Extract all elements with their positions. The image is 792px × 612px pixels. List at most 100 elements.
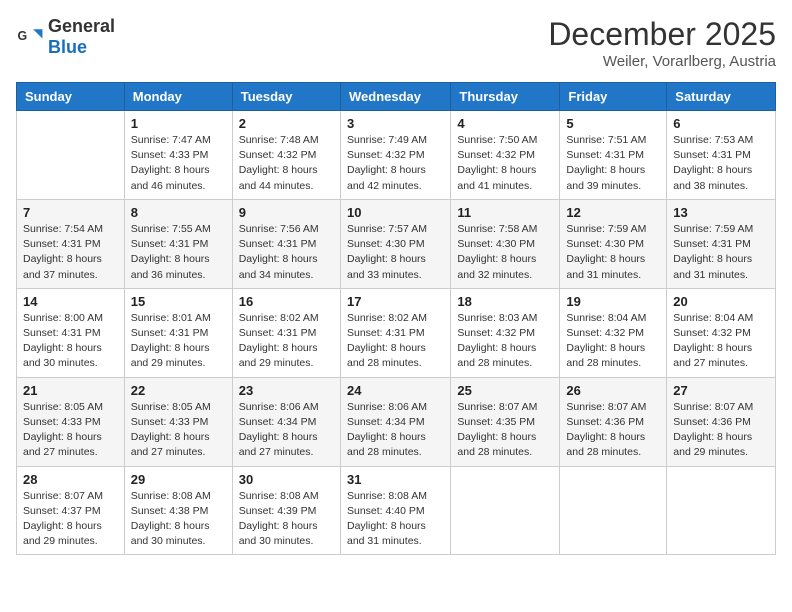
logo: G General Blue xyxy=(16,16,115,58)
calendar-week-row: 21 Sunrise: 8:05 AM Sunset: 4:33 PM Dayli… xyxy=(17,377,776,466)
day-number: 23 xyxy=(239,383,334,398)
day-info: Sunrise: 8:07 AM Sunset: 4:37 PM Dayligh… xyxy=(23,489,118,550)
day-info: Sunrise: 8:08 AM Sunset: 4:40 PM Dayligh… xyxy=(347,489,444,550)
day-info: Sunrise: 8:06 AM Sunset: 4:34 PM Dayligh… xyxy=(347,400,444,461)
calendar-cell: 6Sunrise: 7:53 AM Sunset: 4:31 PM Daylig… xyxy=(667,111,776,200)
day-number: 20 xyxy=(673,294,769,309)
day-info: Sunrise: 7:48 AM Sunset: 4:32 PM Dayligh… xyxy=(239,133,334,194)
calendar-week-row: 28 Sunrise: 8:07 AM Sunset: 4:37 PM Dayli… xyxy=(17,466,776,555)
calendar-cell: 26 Sunrise: 8:07 AM Sunset: 4:36 PM Dayli… xyxy=(560,377,667,466)
day-number: 25 xyxy=(457,383,553,398)
location-title: Weiler, Vorarlberg, Austria xyxy=(548,53,776,70)
day-number: 5 xyxy=(566,116,660,131)
calendar-cell: 1 Sunrise: 7:47 AM Sunset: 4:33 PM Daylig… xyxy=(124,111,232,200)
calendar-cell: 23Sunrise: 8:06 AM Sunset: 4:34 PM Dayli… xyxy=(232,377,340,466)
day-of-week-header: Sunday xyxy=(17,83,125,111)
day-number: 13 xyxy=(673,205,769,220)
calendar-cell: 12 Sunrise: 7:59 AM Sunset: 4:30 PM Dayli… xyxy=(560,199,667,288)
day-number: 11 xyxy=(457,205,553,220)
day-info: Sunrise: 8:05 AM Sunset: 4:33 PM Dayligh… xyxy=(23,400,118,461)
day-info: Sunrise: 7:55 AM Sunset: 4:31 PM Dayligh… xyxy=(131,222,226,283)
calendar-cell: 21 Sunrise: 8:05 AM Sunset: 4:33 PM Dayli… xyxy=(17,377,125,466)
calendar-week-row: 14Sunrise: 8:00 AM Sunset: 4:31 PM Dayli… xyxy=(17,288,776,377)
day-info: Sunrise: 7:53 AM Sunset: 4:31 PM Dayligh… xyxy=(673,133,769,194)
calendar-cell: 14Sunrise: 8:00 AM Sunset: 4:31 PM Dayli… xyxy=(17,288,125,377)
day-number: 26 xyxy=(566,383,660,398)
day-info: Sunrise: 8:02 AM Sunset: 4:31 PM Dayligh… xyxy=(347,311,444,372)
day-number: 22 xyxy=(131,383,226,398)
calendar-week-row: 7 Sunrise: 7:54 AM Sunset: 4:31 PM Daylig… xyxy=(17,199,776,288)
calendar-cell: 28 Sunrise: 8:07 AM Sunset: 4:37 PM Dayli… xyxy=(17,466,125,555)
day-number: 24 xyxy=(347,383,444,398)
calendar-cell: 9Sunrise: 7:56 AM Sunset: 4:31 PM Daylig… xyxy=(232,199,340,288)
day-number: 8 xyxy=(131,205,226,220)
day-info: Sunrise: 7:58 AM Sunset: 4:30 PM Dayligh… xyxy=(457,222,553,283)
calendar-cell: 15 Sunrise: 8:01 AM Sunset: 4:31 PM Dayli… xyxy=(124,288,232,377)
day-info: Sunrise: 7:51 AM Sunset: 4:31 PM Dayligh… xyxy=(566,133,660,194)
logo-blue-text: Blue xyxy=(48,37,87,57)
day-info: Sunrise: 7:54 AM Sunset: 4:31 PM Dayligh… xyxy=(23,222,118,283)
day-info: Sunrise: 7:47 AM Sunset: 4:33 PM Dayligh… xyxy=(131,133,226,194)
day-number: 27 xyxy=(673,383,769,398)
day-info: Sunrise: 7:50 AM Sunset: 4:32 PM Dayligh… xyxy=(457,133,553,194)
calendar-cell: 29 Sunrise: 8:08 AM Sunset: 4:38 PM Dayli… xyxy=(124,466,232,555)
day-number: 15 xyxy=(131,294,226,309)
day-number: 10 xyxy=(347,205,444,220)
calendar-week-row: 1 Sunrise: 7:47 AM Sunset: 4:33 PM Daylig… xyxy=(17,111,776,200)
day-number: 7 xyxy=(23,205,118,220)
logo-general-text: General xyxy=(48,16,115,36)
day-info: Sunrise: 8:08 AM Sunset: 4:39 PM Dayligh… xyxy=(239,489,334,550)
day-of-week-header: Monday xyxy=(124,83,232,111)
day-info: Sunrise: 8:05 AM Sunset: 4:33 PM Dayligh… xyxy=(131,400,226,461)
day-number: 28 xyxy=(23,472,118,487)
calendar-cell: 25 Sunrise: 8:07 AM Sunset: 4:35 PM Dayli… xyxy=(451,377,560,466)
title-area: December 2025 Weiler, Vorarlberg, Austri… xyxy=(548,16,776,70)
day-info: Sunrise: 8:04 AM Sunset: 4:32 PM Dayligh… xyxy=(673,311,769,372)
calendar-cell: 30 Sunrise: 8:08 AM Sunset: 4:39 PM Dayli… xyxy=(232,466,340,555)
day-info: Sunrise: 7:59 AM Sunset: 4:30 PM Dayligh… xyxy=(566,222,660,283)
day-number: 30 xyxy=(239,472,334,487)
day-number: 16 xyxy=(239,294,334,309)
day-info: Sunrise: 8:03 AM Sunset: 4:32 PM Dayligh… xyxy=(457,311,553,372)
calendar-cell: 2 Sunrise: 7:48 AM Sunset: 4:32 PM Daylig… xyxy=(232,111,340,200)
month-title: December 2025 xyxy=(548,16,776,53)
calendar-cell: 8 Sunrise: 7:55 AM Sunset: 4:31 PM Daylig… xyxy=(124,199,232,288)
calendar-cell xyxy=(451,466,560,555)
calendar-cell: 17 Sunrise: 8:02 AM Sunset: 4:31 PM Dayli… xyxy=(340,288,450,377)
day-of-week-header: Tuesday xyxy=(232,83,340,111)
day-info: Sunrise: 7:59 AM Sunset: 4:31 PM Dayligh… xyxy=(673,222,769,283)
calendar-cell xyxy=(17,111,125,200)
calendar-cell: 10 Sunrise: 7:57 AM Sunset: 4:30 PM Dayli… xyxy=(340,199,450,288)
day-info: Sunrise: 8:07 AM Sunset: 4:36 PM Dayligh… xyxy=(566,400,660,461)
day-info: Sunrise: 8:00 AM Sunset: 4:31 PM Dayligh… xyxy=(23,311,118,372)
day-of-week-header: Wednesday xyxy=(340,83,450,111)
day-number: 1 xyxy=(131,116,226,131)
calendar-cell xyxy=(560,466,667,555)
day-number: 21 xyxy=(23,383,118,398)
day-number: 17 xyxy=(347,294,444,309)
calendar-header-row: SundayMondayTuesdayWednesdayThursdayFrid… xyxy=(17,83,776,111)
calendar-cell: 13 Sunrise: 7:59 AM Sunset: 4:31 PM Dayli… xyxy=(667,199,776,288)
day-number: 31 xyxy=(347,472,444,487)
day-number: 9 xyxy=(239,205,334,220)
day-number: 18 xyxy=(457,294,553,309)
day-number: 2 xyxy=(239,116,334,131)
day-number: 29 xyxy=(131,472,226,487)
calendar-cell: 16 Sunrise: 8:02 AM Sunset: 4:31 PM Dayli… xyxy=(232,288,340,377)
day-info: Sunrise: 8:01 AM Sunset: 4:31 PM Dayligh… xyxy=(131,311,226,372)
day-of-week-header: Friday xyxy=(560,83,667,111)
day-info: Sunrise: 8:07 AM Sunset: 4:35 PM Dayligh… xyxy=(457,400,553,461)
calendar-cell: 11 Sunrise: 7:58 AM Sunset: 4:30 PM Dayli… xyxy=(451,199,560,288)
calendar-cell: 18 Sunrise: 8:03 AM Sunset: 4:32 PM Dayli… xyxy=(451,288,560,377)
day-number: 12 xyxy=(566,205,660,220)
day-info: Sunrise: 8:08 AM Sunset: 4:38 PM Dayligh… xyxy=(131,489,226,550)
day-number: 4 xyxy=(457,116,553,131)
calendar-cell: 31 Sunrise: 8:08 AM Sunset: 4:40 PM Dayli… xyxy=(340,466,450,555)
day-info: Sunrise: 8:02 AM Sunset: 4:31 PM Dayligh… xyxy=(239,311,334,372)
calendar-cell: 4 Sunrise: 7:50 AM Sunset: 4:32 PM Daylig… xyxy=(451,111,560,200)
day-of-week-header: Thursday xyxy=(451,83,560,111)
calendar-cell: 22 Sunrise: 8:05 AM Sunset: 4:33 PM Dayli… xyxy=(124,377,232,466)
logo-icon: G xyxy=(16,23,44,51)
calendar-cell: 7 Sunrise: 7:54 AM Sunset: 4:31 PM Daylig… xyxy=(17,199,125,288)
day-info: Sunrise: 7:57 AM Sunset: 4:30 PM Dayligh… xyxy=(347,222,444,283)
